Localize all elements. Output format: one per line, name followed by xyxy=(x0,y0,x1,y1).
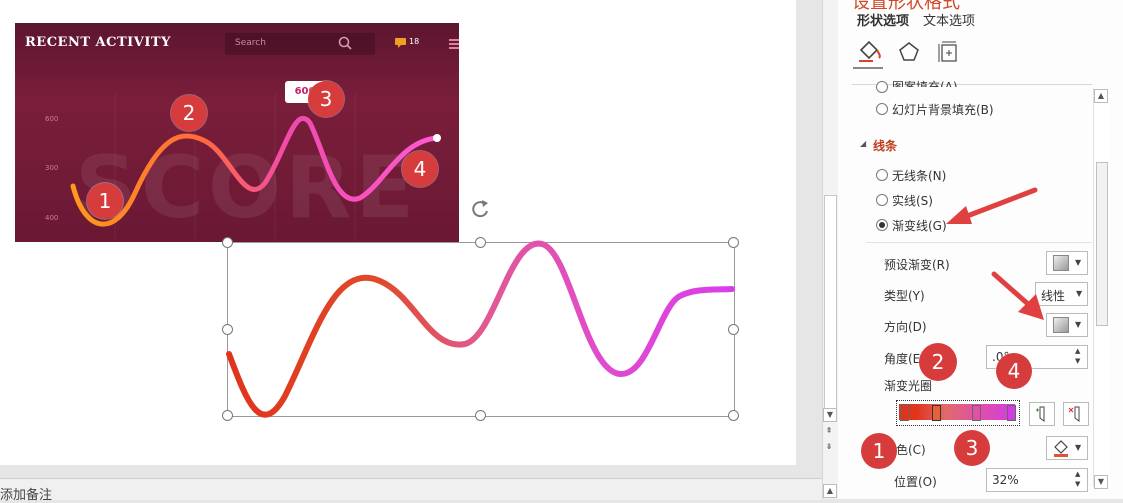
section-line[interactable]: 线条 xyxy=(873,137,897,154)
image-activity-curve xyxy=(70,93,441,242)
paint-bucket-icon xyxy=(1054,440,1068,457)
slide-scrollbar-thumb[interactable] xyxy=(824,195,837,409)
label-gradient-stops: 渐变光圈 xyxy=(884,379,933,393)
chevron-down-icon: ▼ xyxy=(1075,258,1082,267)
section-divider xyxy=(866,242,1092,243)
tab-shape-options[interactable]: 形状选项 xyxy=(857,10,909,29)
panel-scroll-up-icon[interactable]: ▲ xyxy=(1094,89,1108,103)
callout-4: 4 xyxy=(402,151,438,187)
radio-slide-background-fill[interactable] xyxy=(876,103,888,115)
callout-4: 4 xyxy=(996,353,1032,389)
position-spinner[interactable]: 32% ▲ ▼ xyxy=(986,468,1088,492)
callout-1: 1 xyxy=(861,433,897,469)
radio-solid-line[interactable] xyxy=(876,194,888,206)
gradient-wave-shape[interactable] xyxy=(220,236,740,421)
rotate-handle-icon[interactable] xyxy=(469,198,493,220)
spin-up-icon[interactable]: ▲ xyxy=(1075,470,1080,478)
label-angle: 角度(E) xyxy=(884,352,920,366)
gradient-stop[interactable] xyxy=(900,405,909,421)
label-gradient-line: 渐变线(G) xyxy=(892,219,947,233)
direction-swatch xyxy=(1053,317,1069,333)
radio-no-line[interactable] xyxy=(876,169,888,181)
label-slide-background-fill: 幻灯片背景填充(B) xyxy=(892,103,994,117)
active-tab-indicator xyxy=(853,67,883,69)
fill-line-icon[interactable] xyxy=(857,40,883,64)
prev-slide-icon[interactable]: ⇞ xyxy=(823,425,835,437)
radio-pattern-fill[interactable] xyxy=(876,81,888,93)
label-preset-gradient: 预设渐变(R) xyxy=(884,258,950,272)
remove-stop-icon xyxy=(1068,406,1080,422)
notes-pane[interactable] xyxy=(0,478,822,500)
gradient-stop[interactable] xyxy=(972,405,981,421)
label-type: 类型(Y) xyxy=(884,289,925,303)
panel-scrollbar-thumb[interactable] xyxy=(1096,162,1108,326)
chevron-down-icon: ▼ xyxy=(1076,289,1083,298)
panel-scroll-down-icon[interactable]: ▼ xyxy=(1094,475,1108,489)
position-value: 32% xyxy=(992,473,1019,487)
add-stop-button[interactable] xyxy=(1029,402,1055,426)
scroll-up-icon[interactable]: ▲ xyxy=(823,484,837,498)
spin-down-icon[interactable]: ▼ xyxy=(1075,357,1080,365)
spin-down-icon[interactable]: ▼ xyxy=(1075,480,1080,488)
annotation-arrow-icon xyxy=(946,187,1038,224)
callout-2: 2 xyxy=(171,95,207,131)
color-dropdown[interactable]: ▼ xyxy=(1046,436,1088,460)
direction-dropdown[interactable]: ▼ xyxy=(1046,313,1088,337)
next-slide-icon[interactable]: ⇟ xyxy=(823,441,835,453)
preset-gradient-dropdown[interactable]: ▼ xyxy=(1046,251,1088,275)
add-stop-icon xyxy=(1036,406,1045,422)
gradient-swatch xyxy=(1053,255,1069,271)
scroll-down-icon[interactable]: ▼ xyxy=(823,408,837,422)
callout-1: 1 xyxy=(87,183,123,219)
gradient-stop[interactable] xyxy=(1007,405,1016,421)
gradient-stop-selected[interactable] xyxy=(932,405,941,421)
tab-text-options[interactable]: 文本选项 xyxy=(923,10,975,29)
spin-up-icon[interactable]: ▲ xyxy=(1075,347,1080,355)
effects-icon[interactable] xyxy=(897,40,921,64)
label-position: 位置(O) xyxy=(894,475,937,489)
collapse-arrow-icon[interactable]: ◢ xyxy=(860,139,866,148)
gradient-stops-fill xyxy=(899,404,1015,420)
label-no-line: 无线条(N) xyxy=(892,169,947,183)
chevron-down-icon: ▼ xyxy=(1075,443,1082,452)
panel-divider xyxy=(852,84,1092,85)
label-pattern-fill: 图案填充(A) xyxy=(892,80,958,87)
size-properties-icon[interactable] xyxy=(937,40,961,64)
callout-2: 2 xyxy=(919,343,957,381)
remove-stop-button[interactable] xyxy=(1063,402,1089,426)
notes-placeholder[interactable]: 添加备注 xyxy=(0,484,52,503)
annotation-arrow-icon xyxy=(991,271,1044,320)
callout-3: 3 xyxy=(308,81,344,117)
radio-gradient-line[interactable] xyxy=(876,219,888,231)
reference-image[interactable]: SCORE RECENT ACTIVITY Search 18 600 300 … xyxy=(15,23,459,242)
label-solid-line: 实线(S) xyxy=(892,194,933,208)
label-direction: 方向(D) xyxy=(884,320,927,334)
chevron-down-icon: ▼ xyxy=(1075,320,1082,329)
callout-3: 3 xyxy=(954,430,990,466)
